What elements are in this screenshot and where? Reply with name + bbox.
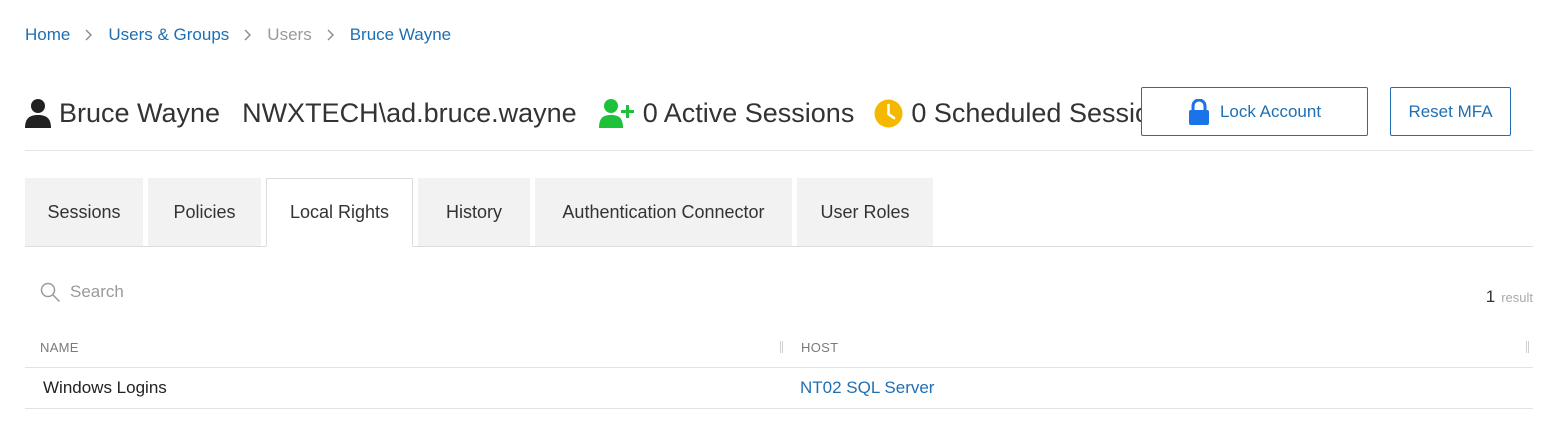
chevron-right-icon [243, 29, 253, 41]
header-divider [25, 150, 1533, 151]
reset-mfa-button[interactable]: Reset MFA [1390, 87, 1511, 136]
user-plus-icon [598, 98, 637, 128]
breadcrumb: Home Users & Groups Users Bruce Wayne [25, 24, 451, 46]
tab-user-roles[interactable]: User Roles [797, 178, 933, 246]
chevron-right-icon [84, 29, 94, 41]
column-resize-handle[interactable] [780, 341, 783, 353]
column-header-host-label: HOST [801, 340, 839, 355]
lock-account-button[interactable]: Lock Account [1141, 87, 1368, 136]
active-sessions-count: 0 Active Sessions [642, 97, 855, 128]
breadcrumb-home[interactable]: Home [25, 25, 70, 45]
result-count: 1 result [1486, 287, 1533, 307]
table-row: Windows Logins NT02 SQL Server [25, 368, 1533, 409]
user-login: NWXTECH\ad.bruce.wayne [242, 97, 577, 128]
search-bar [40, 282, 370, 302]
user-icon [25, 98, 51, 128]
tab-sessions[interactable]: Sessions [25, 178, 143, 246]
chevron-right-icon [326, 29, 336, 41]
breadcrumb-users-groups[interactable]: Users & Groups [108, 25, 229, 45]
scheduled-sessions-count: 0 Scheduled Sessions [911, 97, 1179, 128]
tab-local-rights[interactable]: Local Rights [266, 178, 413, 247]
search-icon [40, 282, 60, 302]
result-count-label: result [1501, 290, 1533, 305]
breadcrumb-users: Users [267, 25, 312, 44]
tab-bar: Sessions Policies Local Rights History A… [25, 178, 938, 247]
tab-policies[interactable]: Policies [148, 178, 261, 246]
tabs-divider [25, 246, 1533, 247]
column-resize-handle[interactable] [1526, 341, 1529, 353]
row-name-cell: Windows Logins [43, 378, 167, 397]
search-input[interactable] [70, 282, 370, 302]
row-host-link[interactable]: NT02 SQL Server [787, 378, 1533, 398]
local-rights-table: NAME HOST Windows Logins NT02 SQL Server [25, 328, 1533, 409]
lock-icon [1188, 98, 1210, 125]
user-name: Bruce Wayne [59, 97, 221, 128]
result-count-number: 1 [1485, 287, 1496, 306]
clock-icon [874, 99, 903, 128]
column-header-name[interactable]: NAME [25, 328, 787, 367]
tab-authentication-connector[interactable]: Authentication Connector [535, 178, 792, 246]
breadcrumb-current-user[interactable]: Bruce Wayne [350, 25, 451, 45]
tab-history[interactable]: History [418, 178, 530, 246]
lock-account-label: Lock Account [1219, 101, 1322, 121]
column-header-name-label: NAME [40, 340, 79, 355]
table-header: NAME HOST [25, 328, 1533, 368]
column-header-host[interactable]: HOST [787, 328, 1533, 367]
